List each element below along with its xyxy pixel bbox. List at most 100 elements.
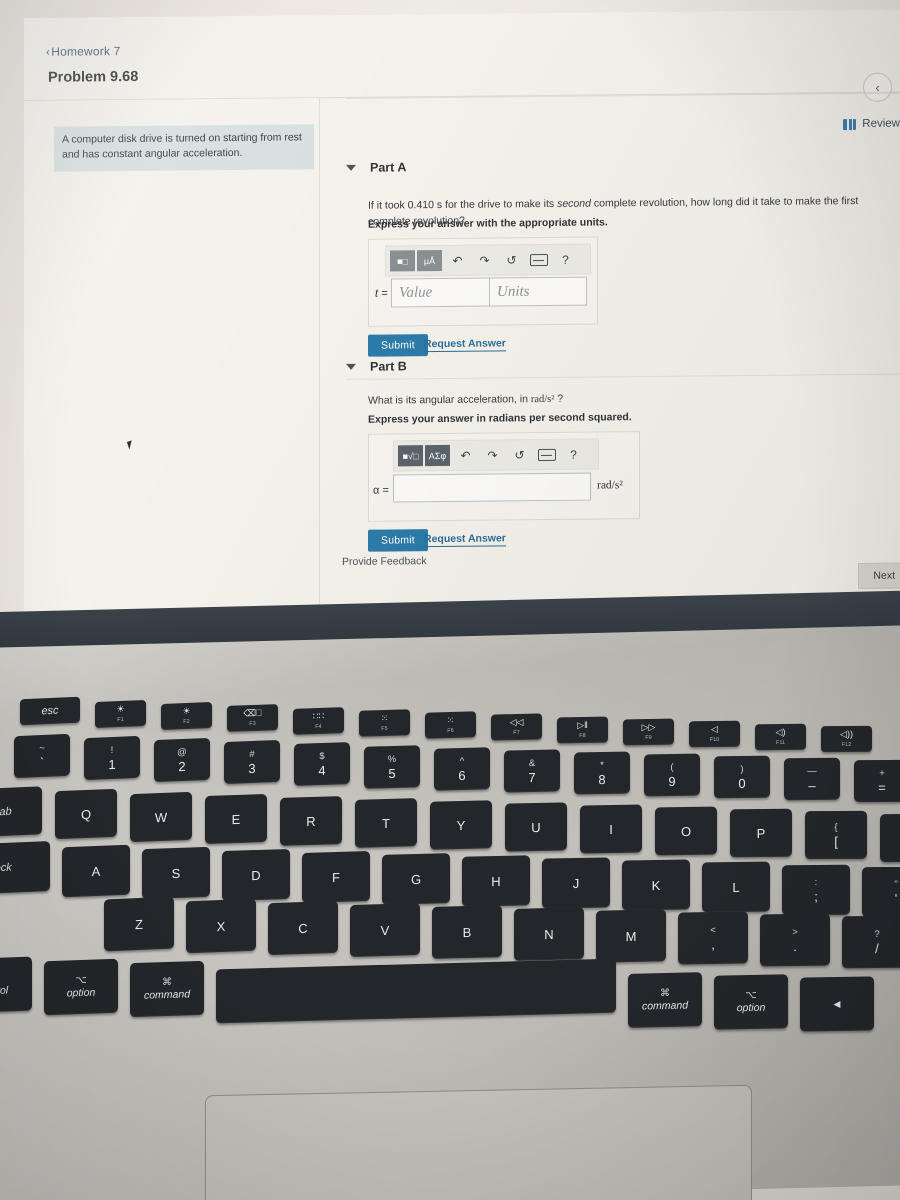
key-e[interactable]: E (205, 793, 267, 844)
trackpad[interactable] (205, 1084, 752, 1200)
key-lower-legend: ; (814, 887, 818, 904)
key-x[interactable]: X (186, 898, 256, 954)
breadcrumb[interactable]: ‹Homework 7 (46, 44, 121, 59)
key-x[interactable]: <, (678, 911, 748, 965)
key-c[interactable]: C (268, 900, 338, 956)
key-f1[interactable]: ☀ F1 (95, 699, 146, 728)
key-f5[interactable]: ⁙ F5 (359, 709, 410, 737)
key-x[interactable]: + = (854, 760, 900, 803)
part-a-request-answer-link[interactable]: Request Answer (424, 337, 506, 352)
undo-icon[interactable]: ↶ (444, 250, 471, 271)
key-l[interactable]: L (702, 862, 770, 913)
part-a-header[interactable]: Part A (346, 160, 406, 175)
key-f8[interactable]: ▷‖ F8 (557, 716, 608, 744)
key-f11[interactable]: ◁) F11 (755, 723, 806, 750)
key-f2[interactable]: ☀ F2 (161, 701, 212, 730)
key-tab[interactable]: tab (0, 786, 42, 838)
key-m[interactable]: M (596, 909, 666, 963)
key-f7[interactable]: ◁◁ F7 (491, 713, 542, 742)
key-k[interactable]: K (622, 859, 690, 911)
key-x[interactable]: >. (760, 913, 830, 967)
keyboard-icon[interactable] (533, 444, 560, 465)
key-esc[interactable]: esc (20, 696, 80, 726)
key-6[interactable]: ^ 6 (434, 746, 490, 791)
next-button[interactable]: Next (858, 562, 900, 589)
part-a-value-input[interactable]: Value (391, 277, 491, 308)
math-template-button[interactable]: ■√□ (398, 445, 423, 467)
key-4[interactable]: $4 (294, 742, 350, 787)
part-b-header[interactable]: Part B (346, 359, 407, 374)
math-units-button[interactable]: μÅ (417, 249, 442, 272)
key-x[interactable]: ? / (842, 915, 900, 969)
math-template-button[interactable]: ■□ (390, 250, 415, 272)
provide-feedback-link[interactable]: Provide Feedback (342, 555, 427, 568)
key-option[interactable]: ⌥ option (44, 958, 118, 1016)
key-h[interactable]: H (462, 855, 530, 907)
part-b-submit-button[interactable]: Submit (368, 529, 428, 552)
help-icon[interactable]: ? (552, 249, 579, 270)
key-9[interactable]: (9 (644, 753, 700, 797)
key-p[interactable]: P (730, 809, 792, 858)
key-z[interactable]: Z (104, 896, 174, 952)
help-icon[interactable]: ? (560, 444, 587, 465)
key-7[interactable]: & 7 (504, 749, 560, 793)
key-x[interactable]: :; (782, 864, 850, 915)
key-x[interactable]: " ' (862, 866, 900, 917)
key-f10[interactable]: ◁ F10 (689, 721, 740, 748)
key-v[interactable]: V (350, 902, 420, 957)
key-8[interactable]: * 8 (574, 751, 630, 795)
key-option[interactable]: ⌥ option (714, 973, 788, 1030)
reset-icon[interactable]: ↺ (498, 249, 525, 270)
redo-icon[interactable]: ↷ (471, 249, 498, 270)
key-3[interactable]: #3 (224, 740, 280, 785)
caret-down-icon[interactable] (346, 164, 356, 171)
keyboard-icon[interactable] (525, 249, 552, 270)
key-a[interactable]: A (62, 844, 130, 898)
key-d[interactable]: D (222, 848, 290, 902)
part-a-units-input[interactable]: Units (489, 276, 587, 307)
key-y[interactable]: Y (430, 800, 492, 850)
key-x[interactable]: }] (880, 813, 900, 862)
key-f4[interactable]: ∷∷ F4 (293, 706, 344, 735)
laptop-screen: ‹Homework 7 Problem 9.68 ‹ Review A comp… (24, 9, 900, 620)
part-b-value-input[interactable] (393, 472, 591, 503)
key-space[interactable] (216, 958, 616, 1024)
redo-icon[interactable]: ↷ (479, 444, 506, 465)
key-x[interactable]: — – (784, 757, 840, 801)
key-upper-legend: % (387, 752, 397, 765)
key-f6[interactable]: ⁙ F6 (425, 711, 476, 739)
key-f3[interactable]: ⌫⎕ F3 (227, 704, 278, 733)
key-lock[interactable]: lock (0, 840, 50, 896)
key-q[interactable]: Q (55, 789, 117, 840)
key-u[interactable]: U (505, 802, 567, 852)
key-x[interactable]: {[ (805, 811, 867, 860)
key-s[interactable]: S (142, 846, 210, 900)
key-o[interactable]: O (655, 806, 717, 856)
reset-icon[interactable]: ↺ (506, 444, 533, 465)
part-a-submit-button[interactable]: Submit (368, 334, 428, 357)
key-command[interactable]: ⌘ command (130, 960, 204, 1017)
caret-down-icon[interactable] (346, 363, 356, 370)
key-t[interactable]: T (355, 798, 417, 848)
key-1[interactable]: ! 1 (84, 735, 140, 781)
key-f12[interactable]: ◁)) F12 (821, 725, 872, 753)
key-i[interactable]: I (580, 804, 642, 854)
key-n[interactable]: N (514, 907, 584, 961)
key-j[interactable]: J (542, 857, 610, 909)
key-2[interactable]: @2 (154, 738, 210, 783)
key-f[interactable]: F (302, 851, 370, 904)
key-r[interactable]: R (280, 795, 342, 846)
key-x[interactable]: ~ ` (14, 733, 70, 779)
key-0[interactable]: ) 0 (714, 755, 770, 799)
part-b-request-answer-link[interactable]: Request Answer (424, 532, 506, 547)
key-5[interactable]: % 5 (364, 744, 420, 789)
math-symbols-button[interactable]: ΑΣφ (425, 444, 450, 467)
key-g[interactable]: G (382, 853, 450, 905)
key-[interactable]: ◀ (800, 975, 874, 1032)
key-ontrol[interactable]: ^ontrol (0, 956, 32, 1014)
undo-icon[interactable]: ↶ (452, 445, 479, 466)
key-f9[interactable]: ▷▷ F9 (623, 718, 674, 746)
key-b[interactable]: B (432, 904, 502, 959)
key-command[interactable]: ⌘ command (628, 971, 702, 1028)
key-w[interactable]: W (130, 791, 192, 842)
